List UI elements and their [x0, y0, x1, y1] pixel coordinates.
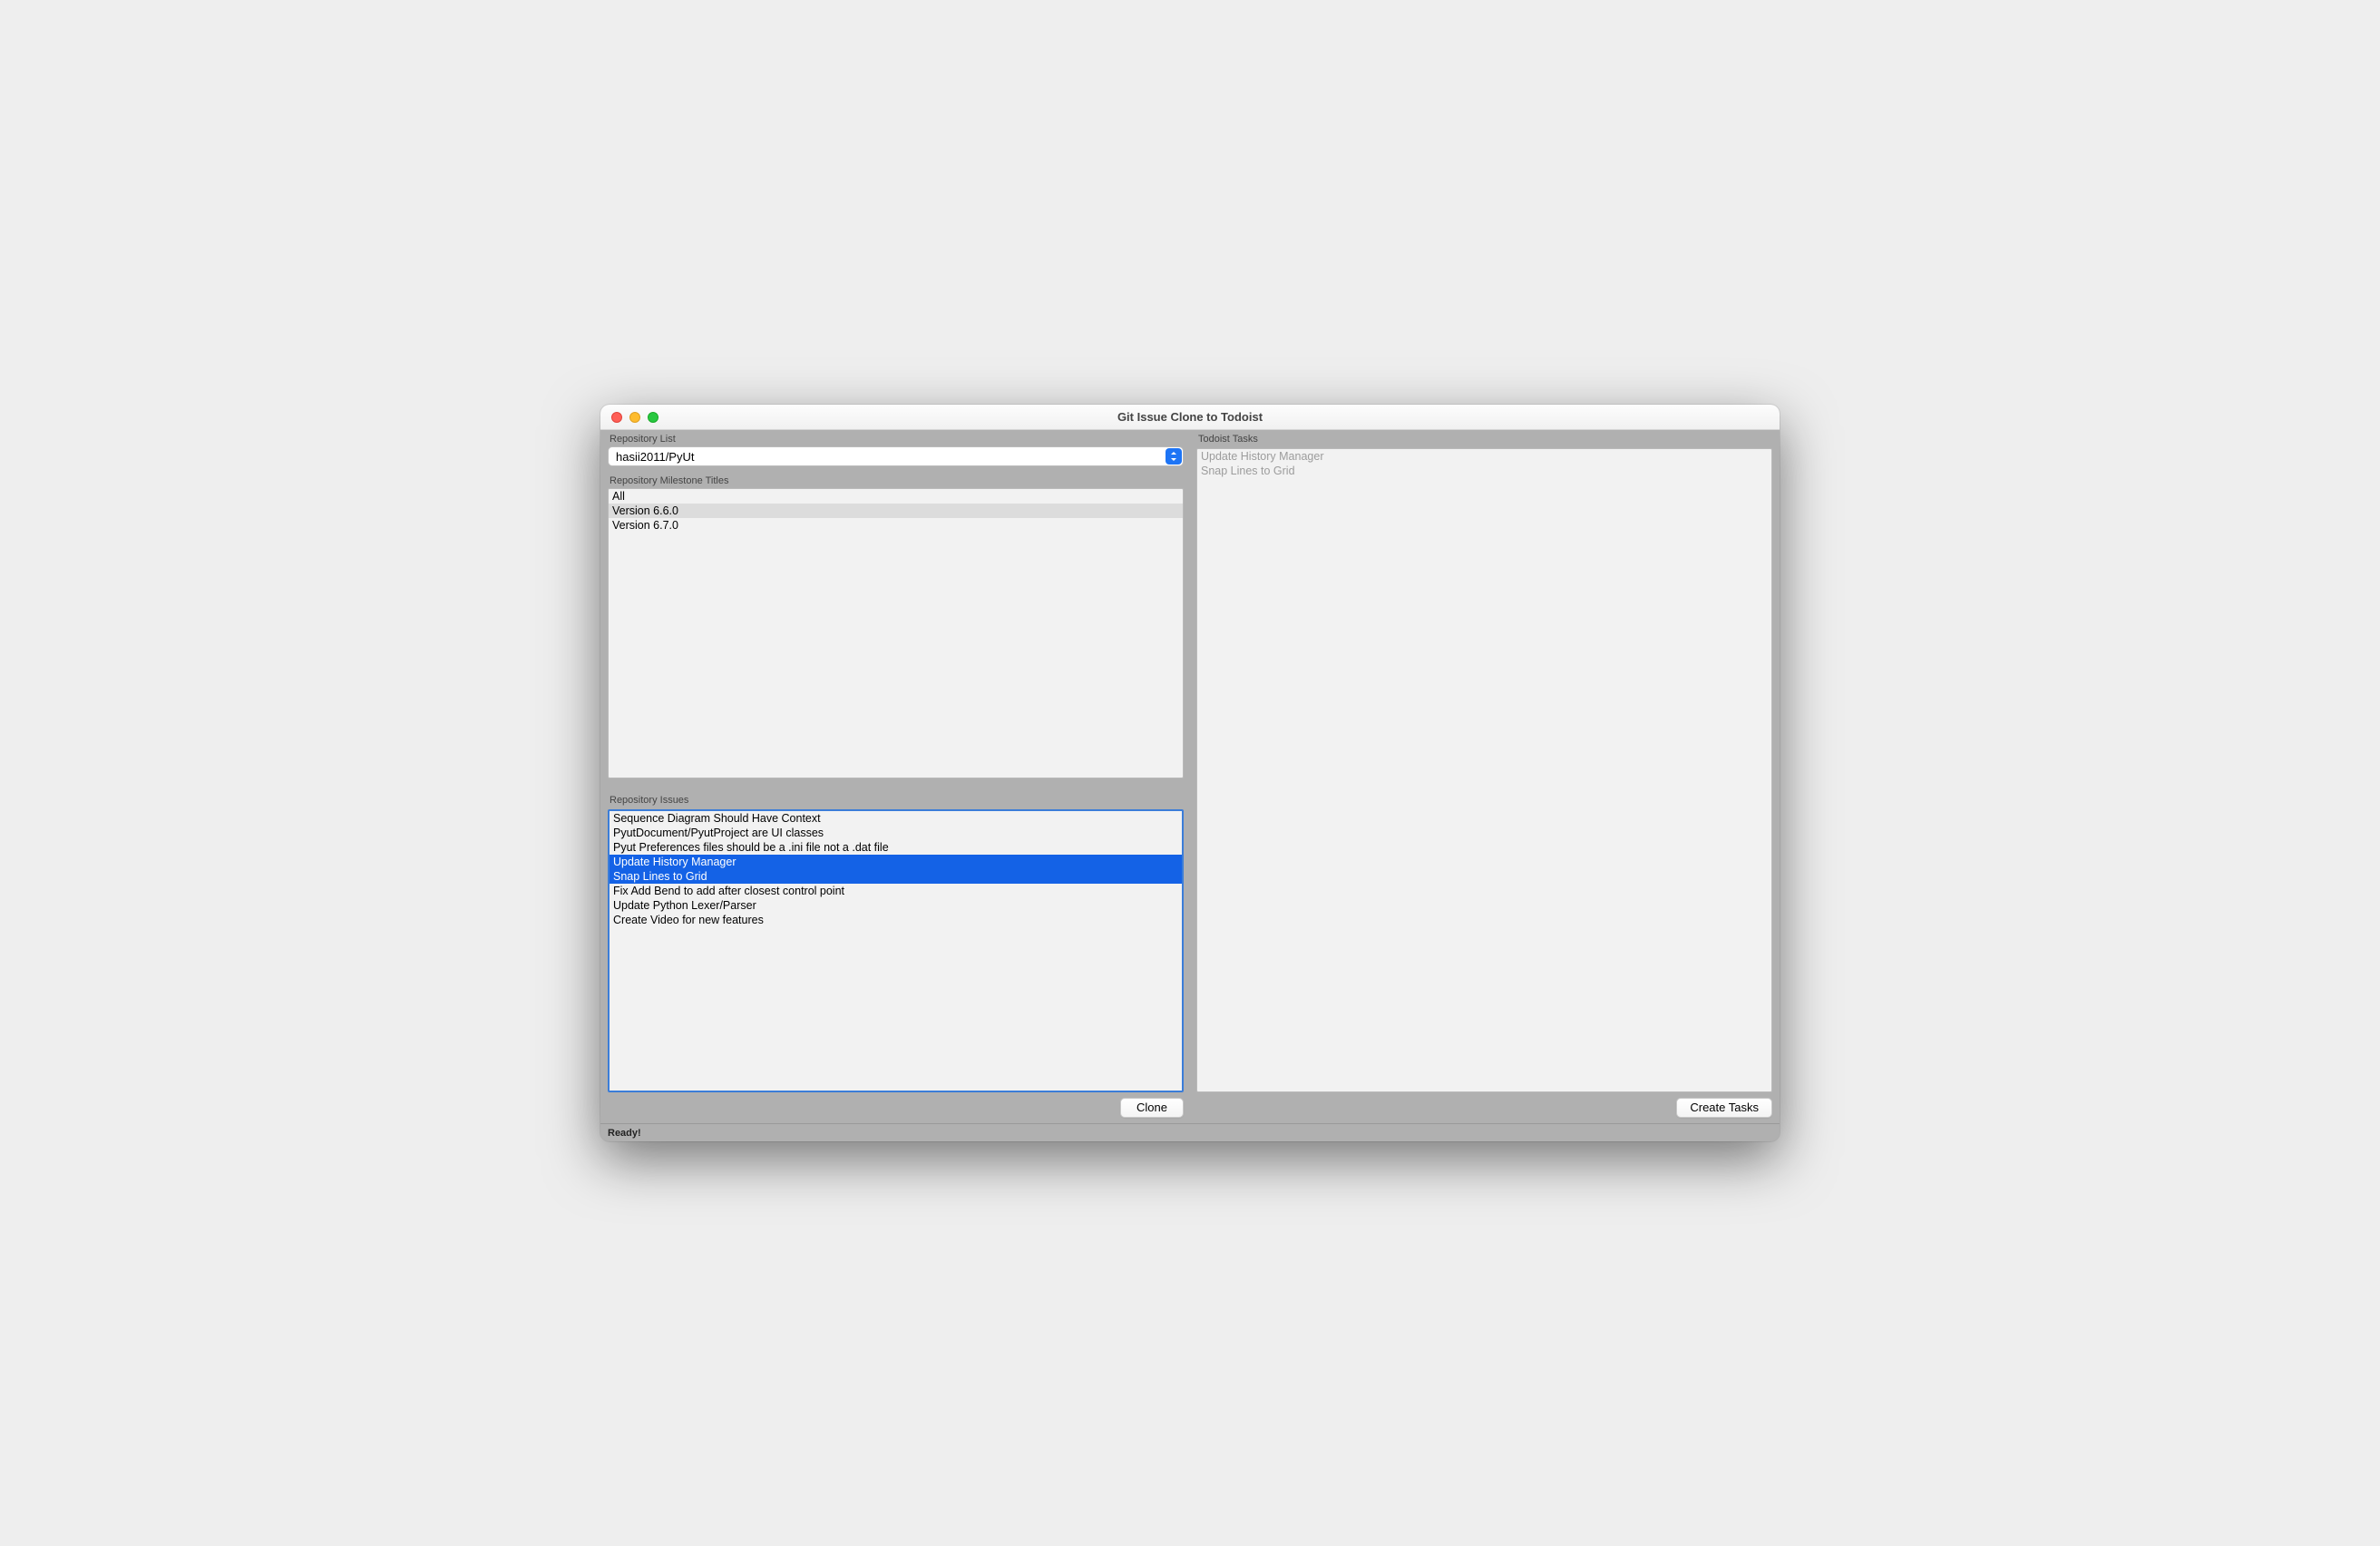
milestone-row[interactable]: Version 6.6.0: [609, 504, 1183, 518]
issue-row[interactable]: PyutDocument/PyutProject are UI classes: [610, 826, 1182, 840]
milestone-listbox[interactable]: AllVersion 6.6.0Version 6.7.0: [608, 488, 1184, 778]
status-text: Ready!: [608, 1128, 641, 1139]
app-window: Git Issue Clone to Todoist Repository Li…: [600, 405, 1780, 1141]
left-panel: Repository List hasii2011/PyUt Repositor…: [606, 430, 1185, 1123]
repo-combo-value: hasii2011/PyUt: [609, 450, 701, 464]
issue-row[interactable]: Update Python Lexer/Parser: [610, 898, 1182, 913]
milestone-row[interactable]: All: [609, 489, 1183, 504]
milestone-row[interactable]: Version 6.7.0: [609, 518, 1183, 533]
tasks-label: Todoist Tasks: [1195, 430, 1774, 446]
titlebar: Git Issue Clone to Todoist: [600, 405, 1780, 430]
tasks-listbox[interactable]: Update History ManagerSnap Lines to Grid: [1196, 448, 1772, 1092]
issue-row[interactable]: Sequence Diagram Should Have Context: [610, 811, 1182, 826]
right-panel: Todoist Tasks Update History ManagerSnap…: [1195, 430, 1774, 1123]
issue-row[interactable]: Pyut Preferences files should be a .ini …: [610, 840, 1182, 855]
create-tasks-button[interactable]: Create Tasks: [1676, 1098, 1772, 1118]
content-area: Repository List hasii2011/PyUt Repositor…: [600, 430, 1780, 1123]
issues-listbox[interactable]: Sequence Diagram Should Have ContextPyut…: [608, 809, 1184, 1092]
issue-row[interactable]: Create Video for new features: [610, 913, 1182, 927]
clone-button[interactable]: Clone: [1120, 1098, 1184, 1118]
repo-list-label: Repository List: [606, 430, 1185, 446]
repo-combo[interactable]: hasii2011/PyUt: [608, 446, 1184, 466]
window-title: Git Issue Clone to Todoist: [600, 410, 1780, 424]
issue-row[interactable]: Fix Add Bend to add after closest contro…: [610, 884, 1182, 898]
task-row[interactable]: Snap Lines to Grid: [1197, 464, 1771, 478]
issue-row[interactable]: Snap Lines to Grid: [610, 869, 1182, 884]
issue-row[interactable]: Update History Manager: [610, 855, 1182, 869]
task-row[interactable]: Update History Manager: [1197, 449, 1771, 464]
milestone-label: Repository Milestone Titles: [606, 472, 1185, 488]
status-bar: Ready!: [600, 1123, 1780, 1141]
issues-label: Repository Issues: [606, 791, 1185, 807]
chevron-up-down-icon[interactable]: [1166, 448, 1182, 465]
